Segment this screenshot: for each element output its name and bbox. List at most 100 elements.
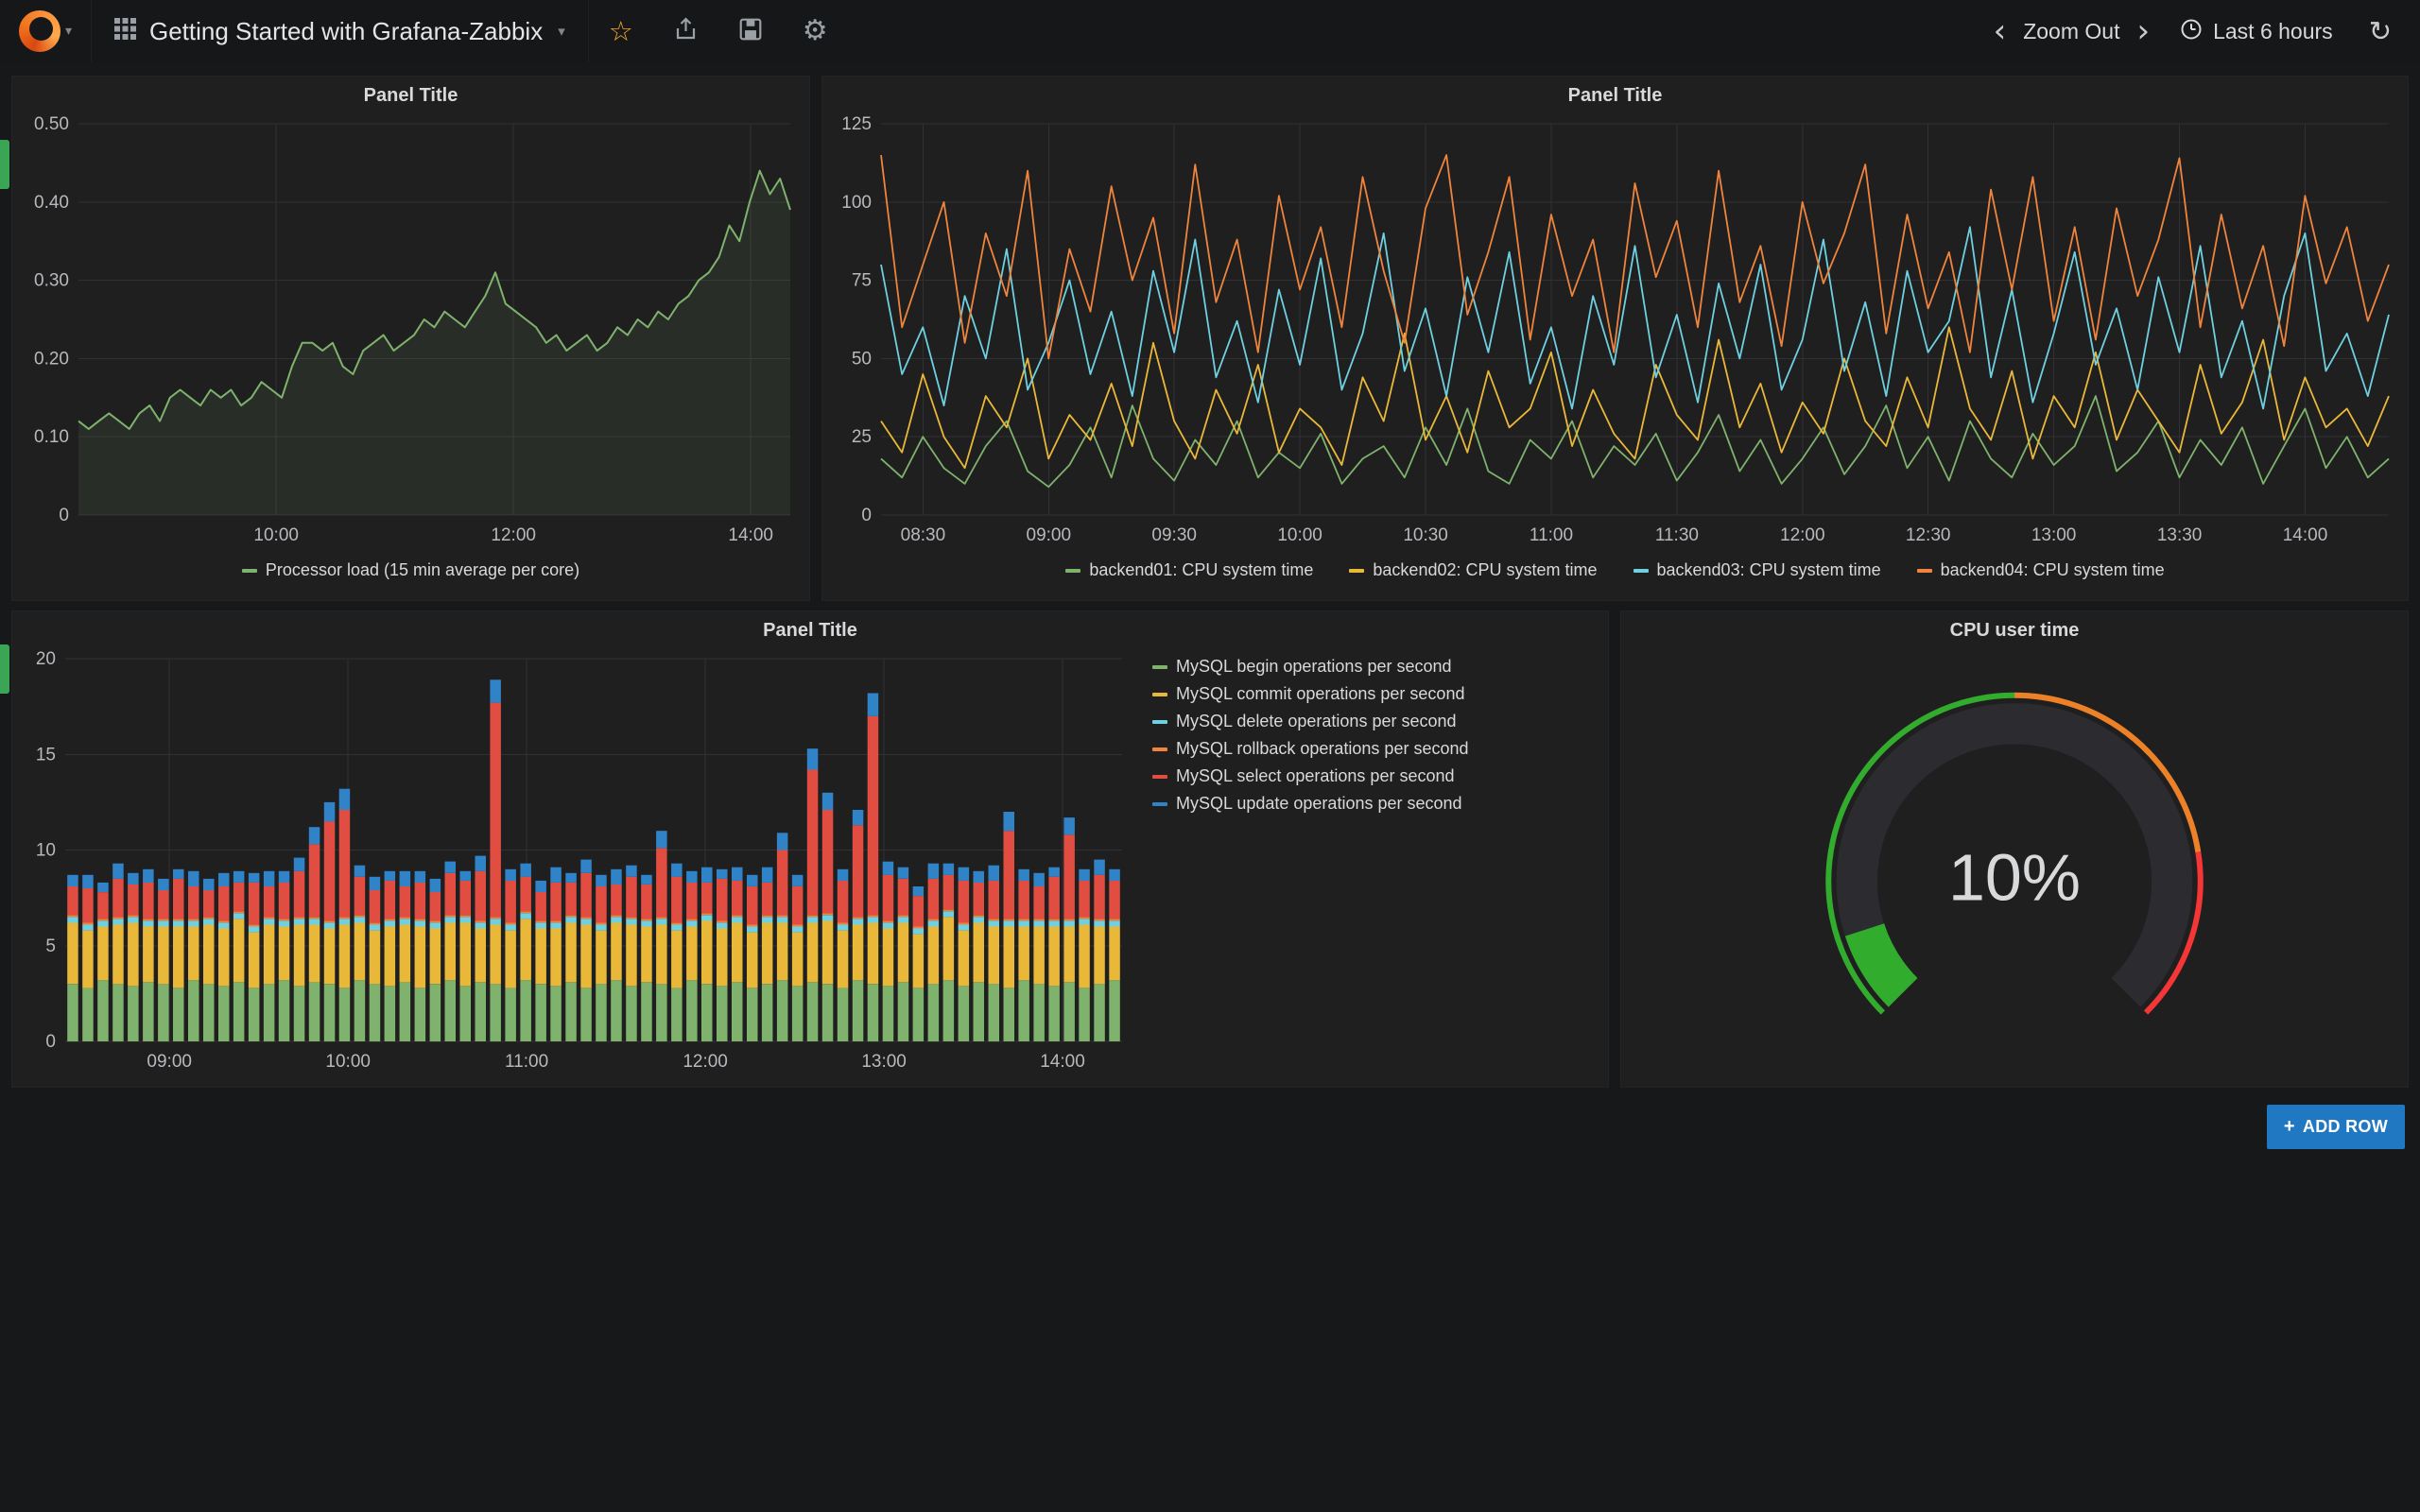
svg-text:0: 0 [861,506,872,525]
chevron-down-icon: ▾ [558,25,565,39]
svg-text:14:00: 14:00 [728,525,773,545]
legend-label: backend01: CPU system time [1089,560,1313,580]
svg-text:10:30: 10:30 [1403,525,1448,545]
row-menu-handle[interactable] [0,644,9,694]
navbar: ▾ Getting Started with Grafana-Zabbix ▾ … [0,0,2420,62]
svg-text:12:00: 12:00 [683,1052,728,1072]
legend-label: MySQL delete operations per second [1176,712,1457,731]
legend-item[interactable]: MySQL update operations per second [1152,794,1469,814]
legend-color-swatch [1917,569,1932,573]
svg-text:125: 125 [841,114,872,134]
star-button[interactable]: ☆ [589,0,653,62]
panel-legend: Processor load (15 min average per core) [12,557,809,600]
time-range-picker[interactable]: Last 6 hours [2161,18,2352,45]
panel-legend: backend01: CPU system time backend02: CP… [822,557,2408,600]
bar-chart-mysql-operations[interactable]: 0510152009:0010:0011:0012:0013:0014:00 [12,649,1135,1087]
line-chart-processor-load[interactable]: 00.100.200.300.400.5010:0012:0014:00 [12,114,809,557]
plus-icon: + [2284,1116,2295,1138]
legend-label: MySQL begin operations per second [1176,657,1452,677]
panel-cpu-system-time: Panel Title 025507510012508:3009:0009:30… [821,76,2409,601]
svg-text:50: 50 [852,349,872,369]
svg-text:10: 10 [36,841,56,861]
svg-text:12:00: 12:00 [491,525,536,545]
row-1: Panel Title 00.100.200.300.400.5010:0012… [11,76,2409,601]
legend-item[interactable]: MySQL delete operations per second [1152,712,1469,731]
svg-text:0: 0 [59,506,69,525]
legend-item[interactable]: MySQL begin operations per second [1152,657,1469,677]
grafana-logo-icon [19,10,60,52]
dashboard-title: Getting Started with Grafana-Zabbix [149,17,543,46]
legend-label: MySQL update operations per second [1176,794,1462,814]
svg-text:09:00: 09:00 [147,1052,192,1072]
legend-label: backend02: CPU system time [1373,560,1597,580]
row-2: Panel Title 0510152009:0010:0011:0012:00… [11,610,2409,1088]
panel-legend: MySQL begin operations per second MySQL … [1152,657,1469,814]
panel-title[interactable]: Panel Title [12,611,1608,649]
settings-button[interactable]: ⚙ [783,0,848,62]
svg-text:10:00: 10:00 [325,1052,371,1072]
legend-label: backend04: CPU system time [1941,560,2165,580]
legend-item[interactable]: Processor load (15 min average per core) [242,560,579,580]
time-shift-left-button[interactable]: ‹ [1982,15,2018,47]
legend-color-swatch [1634,569,1649,573]
line-chart-cpu-system-time[interactable]: 025507510012508:3009:0009:3010:0010:3011… [822,114,2408,557]
clock-icon [2180,18,2203,45]
panel-cpu-user-time: CPU user time 10% [1620,610,2409,1088]
legend-color-swatch [1152,775,1167,779]
svg-text:10%: 10% [1948,840,2081,914]
panel-processor-load: Panel Title 00.100.200.300.400.5010:0012… [11,76,810,601]
svg-text:09:30: 09:30 [1151,525,1197,545]
add-row-label: ADD ROW [2303,1117,2388,1137]
legend-color-swatch [1152,665,1167,669]
legend-color-swatch [1152,747,1167,751]
legend-item[interactable]: MySQL rollback operations per second [1152,739,1469,759]
svg-text:0.10: 0.10 [34,427,69,447]
panel-title[interactable]: Panel Title [12,77,809,114]
svg-text:12:30: 12:30 [1906,525,1951,545]
svg-text:13:30: 13:30 [2157,525,2203,545]
share-button[interactable] [653,0,718,62]
legend-color-swatch [1152,693,1167,696]
svg-text:08:30: 08:30 [901,525,946,545]
legend-label: Processor load (15 min average per core) [266,560,579,580]
svg-text:13:00: 13:00 [2031,525,2077,545]
save-button[interactable] [718,0,783,62]
legend-item[interactable]: backend03: CPU system time [1634,560,1881,580]
legend-item[interactable]: backend02: CPU system time [1349,560,1597,580]
legend-color-swatch [1152,802,1167,806]
zoom-out-button[interactable]: Zoom Out [2017,19,2125,44]
legend-label: MySQL commit operations per second [1176,684,1464,704]
star-icon: ☆ [609,18,633,45]
svg-text:14:00: 14:00 [1040,1052,1085,1072]
grafana-menu-button[interactable]: ▾ [0,0,91,62]
gauge-cpu-user-time[interactable]: 10% [1621,649,2408,1087]
legend-color-swatch [1349,569,1364,573]
legend-item[interactable]: backend01: CPU system time [1065,560,1313,580]
time-range-label: Last 6 hours [2213,19,2333,44]
panel-title[interactable]: CPU user time [1621,611,2408,649]
svg-text:0.30: 0.30 [34,271,69,291]
panel-title[interactable]: Panel Title [822,77,2408,114]
svg-text:13:00: 13:00 [861,1052,907,1072]
dashboard-title-button[interactable]: Getting Started with Grafana-Zabbix ▾ [91,0,589,62]
dashboard-actions: ☆ ⚙ [589,0,848,62]
row-menu-handle[interactable] [0,140,9,189]
svg-text:0: 0 [45,1032,56,1052]
svg-text:14:00: 14:00 [2283,525,2328,545]
legend-item[interactable]: MySQL commit operations per second [1152,684,1469,704]
legend-item[interactable]: backend04: CPU system time [1917,560,2165,580]
svg-text:75: 75 [852,271,872,291]
add-row-container: + ADD ROW [11,1105,2409,1149]
panel-mysql-operations: Panel Title 0510152009:0010:0011:0012:00… [11,610,1609,1088]
time-controls: ‹ Zoom Out › Last 6 hours ↻ [1982,15,2420,47]
legend-color-swatch [242,569,257,573]
time-shift-right-button[interactable]: › [2125,15,2161,47]
svg-text:10:00: 10:00 [253,525,299,545]
legend-item[interactable]: MySQL select operations per second [1152,766,1469,786]
refresh-icon[interactable]: ↻ [2352,18,2409,45]
svg-text:15: 15 [36,745,56,765]
legend-label: MySQL select operations per second [1176,766,1455,786]
legend-color-swatch [1152,720,1167,724]
gear-icon: ⚙ [803,17,828,45]
add-row-button[interactable]: + ADD ROW [2267,1105,2405,1149]
